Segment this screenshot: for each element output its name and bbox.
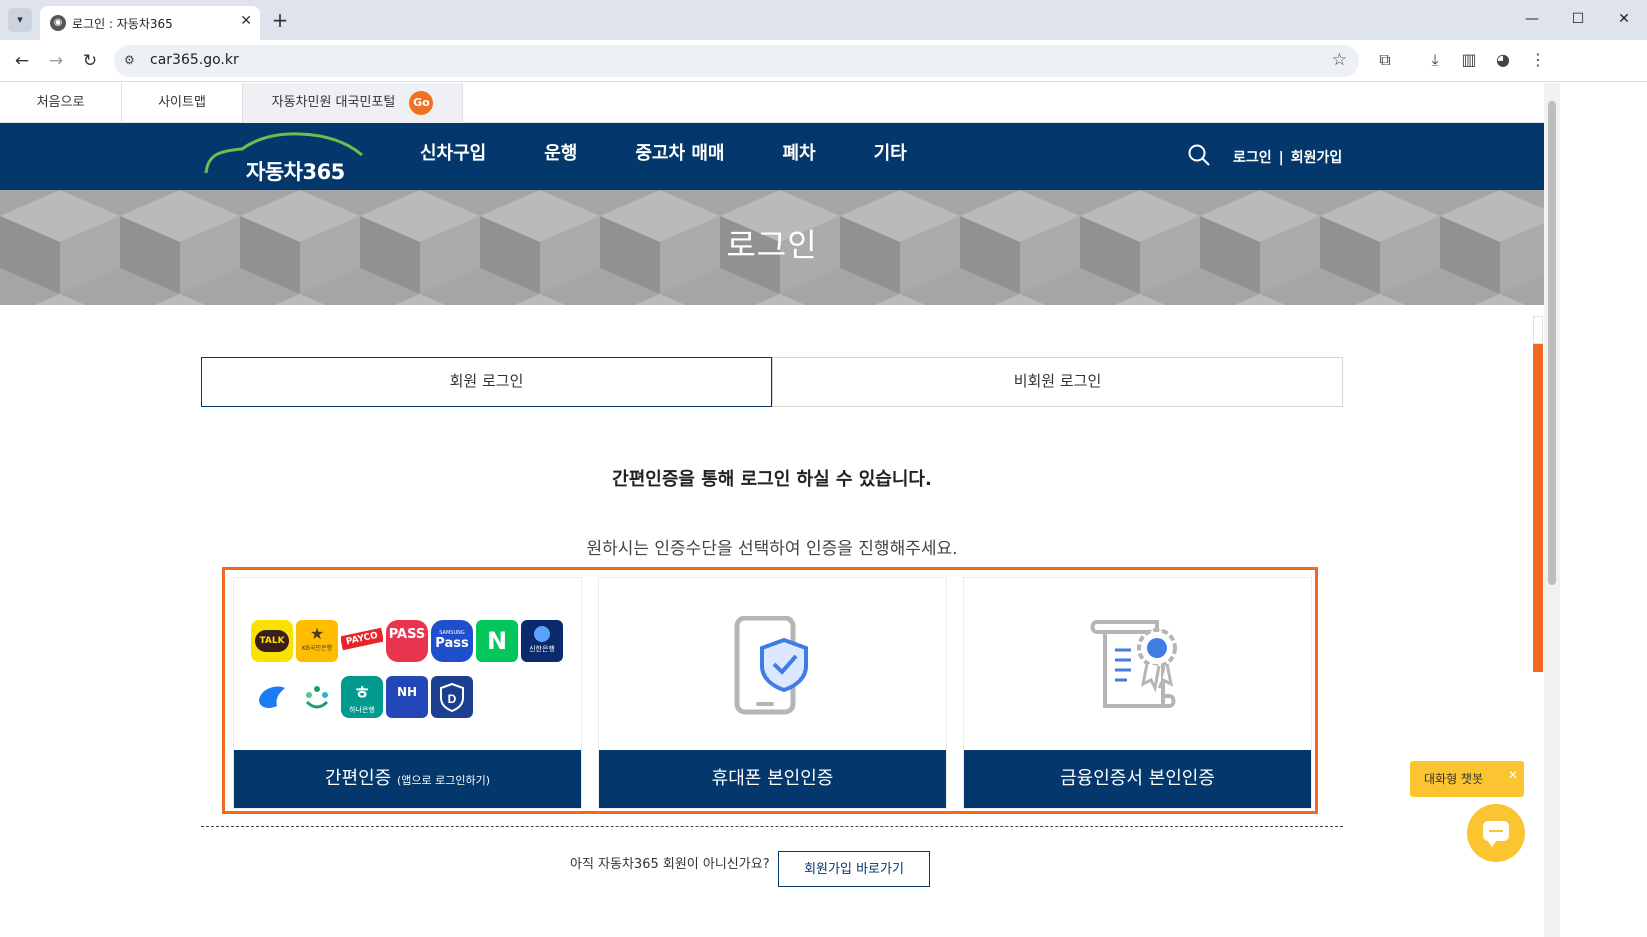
globe-icon: ◉	[50, 15, 66, 31]
nh-icon: NH	[386, 676, 428, 718]
phone-auth-card[interactable]: 휴대폰 본인인증	[599, 578, 946, 808]
gnb-menu: 신차구입 운행 중고차 매매 폐차 기타	[420, 123, 965, 190]
window-controls: — ☐ ✕	[1509, 0, 1647, 40]
pass-icon: PASS	[386, 620, 428, 662]
browser-menu-icon[interactable]: ⋮	[1526, 50, 1550, 74]
join-question: 아직 자동차365 회원이 아니신가요?	[570, 857, 770, 872]
bookmark-star-icon[interactable]: ☆	[1332, 50, 1347, 70]
quick-menu-bar[interactable]	[1533, 344, 1543, 672]
sitemap-link[interactable]: 사이트맵	[122, 83, 243, 123]
kb-label: KB국민은행	[301, 645, 333, 652]
download-icon[interactable]: ⤓	[1423, 50, 1447, 74]
chatbot-close-icon[interactable]: ✕	[1508, 757, 1518, 793]
reload-icon[interactable]: ↻	[78, 50, 102, 74]
pass-label: PASS	[388, 627, 426, 642]
quick-menu-top[interactable]	[1533, 316, 1543, 344]
go-badge: Go	[409, 90, 434, 115]
scrollbar-thumb[interactable]	[1548, 101, 1556, 585]
url-text[interactable]: car365.go.kr	[150, 52, 239, 68]
svg-text:D: D	[448, 692, 457, 706]
hana-icon: ㅎ 하나은행	[341, 676, 383, 718]
extensions-icon[interactable]: ⧉	[1373, 50, 1397, 74]
login-link[interactable]: 로그인	[1233, 150, 1272, 166]
new-tab-button[interactable]: +	[268, 8, 292, 32]
web-page: 처음으로 사이트맵 자동차민원 대국민포털 Go 자동차365 신차구입 운행 중…	[0, 83, 1544, 937]
address-bar[interactable]: ⚙ car365.go.kr ☆	[114, 45, 1359, 77]
shinhan-icon: 신한은행	[521, 620, 563, 662]
tab-guest-login[interactable]: 비회원 로그인	[772, 357, 1343, 407]
simple-auth-label: 간편인증	[324, 768, 392, 789]
signup-link[interactable]: 회원가입	[1291, 150, 1343, 166]
main-navigation: 자동차365 신차구입 운행 중고차 매매 폐차 기타 로그인 | 회원가입	[0, 123, 1544, 190]
login-tabs: 회원 로그인 비회원 로그인	[201, 357, 1343, 407]
side-panel-icon[interactable]: ▥	[1457, 50, 1481, 74]
profile-avatar[interactable]: ◕	[1491, 50, 1515, 74]
close-window-icon[interactable]: ✕	[1601, 0, 1647, 38]
auth-options-panel: TALK ★ KB국민은행 PAYCO PASS SAMSUNG Pass N …	[222, 567, 1318, 814]
tab-title: 로그인 : 자동차365	[72, 17, 173, 31]
samsung-pass-label: Pass	[435, 636, 469, 651]
nh-label: NH	[396, 685, 418, 699]
payco-label: PAYCO	[341, 627, 383, 651]
menu-new-car[interactable]: 신차구입	[420, 123, 486, 190]
tab-close-icon[interactable]: ✕	[240, 13, 252, 29]
back-icon[interactable]: ←	[10, 50, 34, 74]
minimize-icon[interactable]: —	[1509, 0, 1555, 38]
kakao-label: TALK	[255, 630, 289, 652]
chatbot-tooltip[interactable]: 대화형 챗봇 ✕	[1410, 761, 1524, 797]
banksalad-icon	[296, 676, 338, 718]
home-link[interactable]: 처음으로	[0, 83, 122, 123]
tab-member-login[interactable]: 회원 로그인	[201, 357, 772, 407]
portal-link-label: 자동차민원 대국민포털	[271, 95, 396, 110]
phone-shield-icon	[734, 616, 808, 715]
phone-auth-button[interactable]: 휴대폰 본인인증	[599, 750, 946, 808]
samsung-pass-icon: SAMSUNG Pass	[431, 620, 473, 662]
kb-icon: ★ KB국민은행	[296, 620, 338, 662]
sub-text: 원하시는 인증수단을 선택하여 인증을 진행해주세요.	[586, 539, 958, 559]
logo-text: 자동차365	[246, 160, 345, 184]
cert-auth-card[interactable]: 금융인증서 본인인증	[964, 578, 1311, 808]
menu-driving[interactable]: 운행	[544, 123, 577, 190]
simple-auth-card[interactable]: TALK ★ KB국민은행 PAYCO PASS SAMSUNG Pass N …	[234, 578, 581, 808]
toss-icon	[251, 676, 293, 718]
auth-separator: |	[1278, 150, 1284, 166]
search-icon[interactable]	[1187, 143, 1211, 167]
kakao-icon: TALK	[251, 620, 293, 662]
site-info-icon[interactable]: ⚙	[124, 53, 140, 69]
browser-toolbar: ← → ↻ ⚙ car365.go.kr ☆ ⧉ ⤓ ▥ ◕ ⋮	[0, 40, 1647, 82]
cert-auth-button[interactable]: 금융인증서 본인인증	[964, 750, 1311, 808]
auth-links: 로그인 | 회원가입	[1233, 147, 1342, 167]
chatbot-tooltip-label: 대화형 챗봇	[1424, 772, 1484, 786]
simple-auth-button[interactable]: 간편인증 (앱으로 로그인하기)	[234, 750, 581, 808]
naver-icon: N	[476, 620, 518, 662]
lead-text: 간편인증을 통해 로그인 하실 수 있습니다.	[612, 469, 932, 490]
certificate-icon	[1090, 620, 1177, 708]
site-logo[interactable]: 자동차365	[204, 129, 364, 185]
browser-tab-active[interactable]: ◉ 로그인 : 자동차365 ✕	[40, 6, 260, 40]
section-divider	[201, 826, 1343, 827]
chat-bubble-line	[1489, 830, 1503, 832]
join-shortcut-button[interactable]: 회원가입 바로가기	[778, 851, 930, 887]
payco-icon: PAYCO	[341, 620, 383, 662]
page-title: 로그인	[726, 226, 818, 264]
simple-auth-note: (앱으로 로그인하기)	[396, 774, 491, 787]
maximize-icon[interactable]: ☐	[1555, 0, 1601, 38]
page-hero-banner: 로그인	[0, 190, 1544, 305]
utility-bar: 처음으로 사이트맵 자동차민원 대국민포털 Go	[0, 83, 1544, 123]
hana-label: 하나은행	[349, 706, 375, 714]
tab-search-button[interactable]: ▾	[8, 8, 32, 32]
menu-etc[interactable]: 기타	[874, 123, 907, 190]
page-scrollbar[interactable]	[1544, 83, 1560, 937]
forward-icon[interactable]: →	[44, 50, 68, 74]
shinhan-label: 신한은행	[529, 645, 555, 653]
menu-scrap[interactable]: 폐차	[782, 123, 815, 190]
d-shield-icon: D	[431, 676, 473, 718]
menu-used-car[interactable]: 중고차 매매	[635, 123, 724, 190]
browser-tab-strip: ▾ ◉ 로그인 : 자동차365 ✕ + — ☐ ✕	[0, 0, 1647, 40]
chatbot-button[interactable]	[1467, 804, 1525, 862]
portal-link[interactable]: 자동차민원 대국민포털 Go	[243, 83, 463, 123]
